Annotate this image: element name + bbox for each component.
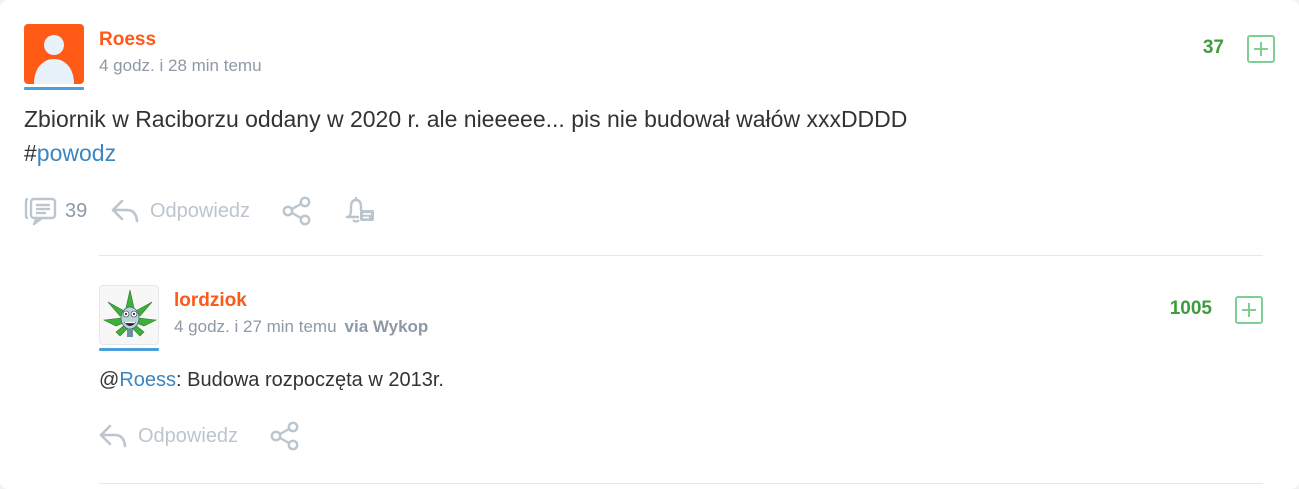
post-text: Zbiornik w Raciborzu oddany w 2020 r. al… [24,106,908,132]
post-vote-count: 37 [1202,37,1224,58]
comment-avatar-status-bar [99,348,159,351]
post-body: Zbiornik w Raciborzu oddany w 2020 r. al… [24,102,907,170]
mention-link[interactable]: Roess [119,369,176,391]
post-author[interactable]: Roess [99,29,156,51]
post-time: 4 godz. i 28 min temu [99,56,262,75]
cannabis-rick-avatar-icon [102,289,158,337]
share-icon [282,196,311,226]
comment-vote-count: 1005 [1169,298,1212,319]
tag-prefix: # [24,140,37,166]
avatar-status-bar [24,87,84,90]
comment-reply-label: Odpowiedz [138,424,239,447]
comments-button[interactable]: 39 [23,196,87,226]
reply-icon [111,199,139,223]
avatar[interactable] [24,24,84,84]
comment-via: via Wykop [344,317,429,336]
post-tag-line: #powodz [24,136,907,170]
comment-time: 4 godz. i 27 min temu [174,317,337,336]
notify-button[interactable] [343,195,377,227]
post-timestamp: 4 godz. i 28 min temu [99,56,262,76]
comment-count: 39 [65,199,88,222]
comment-body: @Roess: Budowa rozpoczęta w 2013r. [99,369,444,392]
comment-upvote-button[interactable] [1235,296,1263,324]
comment-avatar[interactable] [99,285,159,345]
share-button[interactable] [281,196,313,226]
entry-card: Roess 4 godz. i 28 min temu 37 Zbiornik … [0,0,1299,489]
comment-author[interactable]: lordziok [174,290,247,312]
comment-reply-button[interactable]: Odpowiedz [98,421,238,451]
reply-label: Odpowiedz [150,199,251,222]
divider [99,255,1263,256]
tag-link[interactable]: powodz [37,140,116,166]
notify-bell-icon [345,196,374,223]
divider [99,483,1263,484]
mention-prefix: @ [99,369,120,391]
comment-text: : Budowa rozpoczęta w 2013r. [176,369,444,391]
comment-timestamp: 4 godz. i 27 min temu via Wykop [174,317,428,337]
share-icon [270,421,299,451]
post-upvote-button[interactable] [1247,35,1275,63]
reply-icon [99,424,127,448]
comment-share-button[interactable] [269,421,301,451]
comments-icon [24,197,57,226]
reply-button[interactable]: Odpowiedz [110,196,250,226]
default-avatar-icon [34,35,74,84]
